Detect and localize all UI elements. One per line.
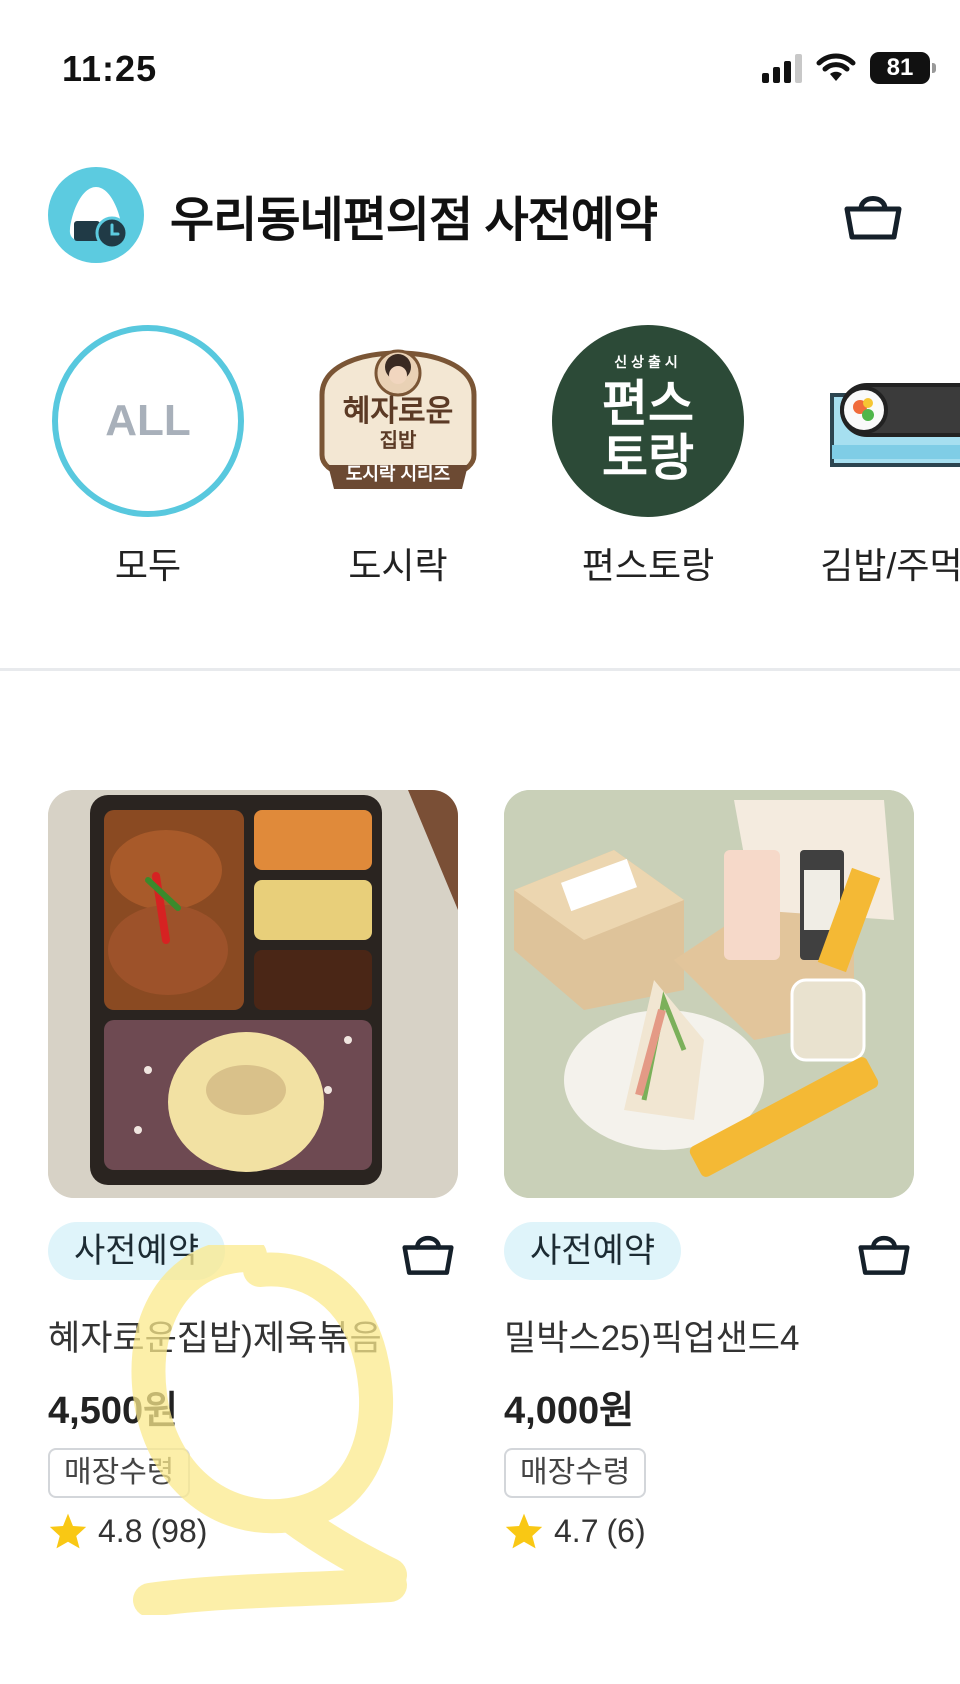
product-card[interactable]: 사전예약 혜자로운집밥)제육볶음 4,500원 매장수령 4.8 (98) <box>48 790 458 1550</box>
status-time: 11:25 <box>62 48 158 89</box>
category-pyeonstorang[interactable]: 신상출시 편스 토랑 편스토랑 <box>538 325 758 585</box>
preorder-badge: 사전예약 <box>48 1222 226 1280</box>
product-card[interactable]: 사전예약 밀박스25)픽업샌드4 4,000원 매장수령 4.7 (6) <box>504 790 914 1550</box>
star-icon <box>505 1513 543 1549</box>
review-count: (6) <box>606 1512 646 1549</box>
preorder-badge: 사전예약 <box>504 1222 682 1280</box>
status-icons: 81 <box>762 52 936 84</box>
logo-line-2: 토랑 <box>602 430 694 486</box>
product-image[interactable] <box>504 790 914 1198</box>
wifi-icon <box>816 53 856 81</box>
category-gimbap[interactable]: 김밥/주먹밥 <box>798 325 960 585</box>
hyejarowoon-logo-text: 혜자로운 집밥 도시락 시리즈 <box>302 395 494 484</box>
category-all[interactable]: ALL 모두 <box>38 325 258 585</box>
star-icon <box>49 1513 87 1549</box>
category-label: 도시락 <box>348 545 448 585</box>
gimbap-icon <box>812 325 960 517</box>
category-label: 모두 <box>114 545 182 585</box>
onigiri-clock-icon <box>48 167 144 263</box>
add-to-cart-button[interactable] <box>854 1222 914 1282</box>
page-title: 우리동네편의점 사전예약 <box>170 194 658 247</box>
category-dosirak[interactable]: 혜자로운 집밥 도시락 시리즈 도시락 <box>288 325 508 585</box>
cart-button[interactable] <box>838 179 908 249</box>
category-all-text: ALL <box>105 396 191 445</box>
category-carousel: ALL 모두 혜자로운 집밥 도시락 시리즈 도시락 신상출시 편스 토랑 편스… <box>0 325 960 585</box>
pyeonstorang-logo: 신상출시 편스 토랑 <box>552 325 744 517</box>
basket-icon <box>858 1235 910 1275</box>
logo-line-1: 편스 <box>602 376 694 432</box>
category-all-circle: ALL <box>52 325 244 517</box>
pyeonstorang-logo-text: 신상출시 편스 토랑 <box>552 355 744 483</box>
hyejarowoon-logo: 혜자로운 집밥 도시락 시리즈 <box>302 325 494 517</box>
pickup-tag: 매장수령 <box>48 1448 191 1498</box>
pickup-tag: 매장수령 <box>504 1448 647 1498</box>
product-rating: 4.8 (98) <box>48 1512 458 1550</box>
review-count: (98) <box>150 1512 208 1549</box>
rating-value: 4.8 <box>98 1512 143 1549</box>
basket-icon <box>402 1235 454 1275</box>
logo-line-1: 혜자로운 <box>342 395 454 428</box>
product-name[interactable]: 혜자로운집밥)제육볶음 <box>48 1310 458 1361</box>
battery-indicator: 81 <box>870 52 936 84</box>
add-to-cart-button[interactable] <box>398 1222 458 1282</box>
app-header: 우리동네편의점 사전예약 <box>48 165 908 265</box>
basket-icon <box>844 196 902 240</box>
product-meta: 사전예약 <box>48 1222 458 1282</box>
logo-top-text: 신상출시 <box>614 354 682 370</box>
product-price: 4,000원 <box>504 1390 635 1432</box>
product-image[interactable] <box>48 790 458 1198</box>
rating-value: 4.7 <box>554 1512 599 1549</box>
product-price: 4,500원 <box>48 1390 179 1432</box>
logo-line-2: 집밥 <box>379 430 417 452</box>
product-meta: 사전예약 <box>504 1222 914 1282</box>
category-label: 김밥/주먹밥 <box>820 545 960 585</box>
status-bar: 11:25 81 <box>0 0 960 140</box>
cellular-signal-icon <box>762 53 802 83</box>
product-name[interactable]: 밀박스25)픽업샌드4 <box>504 1310 914 1361</box>
product-rating: 4.7 (6) <box>504 1512 914 1550</box>
section-divider <box>0 668 960 671</box>
logo-line-3: 도시락 시리즈 <box>345 464 451 484</box>
category-label: 편스토랑 <box>581 545 715 585</box>
